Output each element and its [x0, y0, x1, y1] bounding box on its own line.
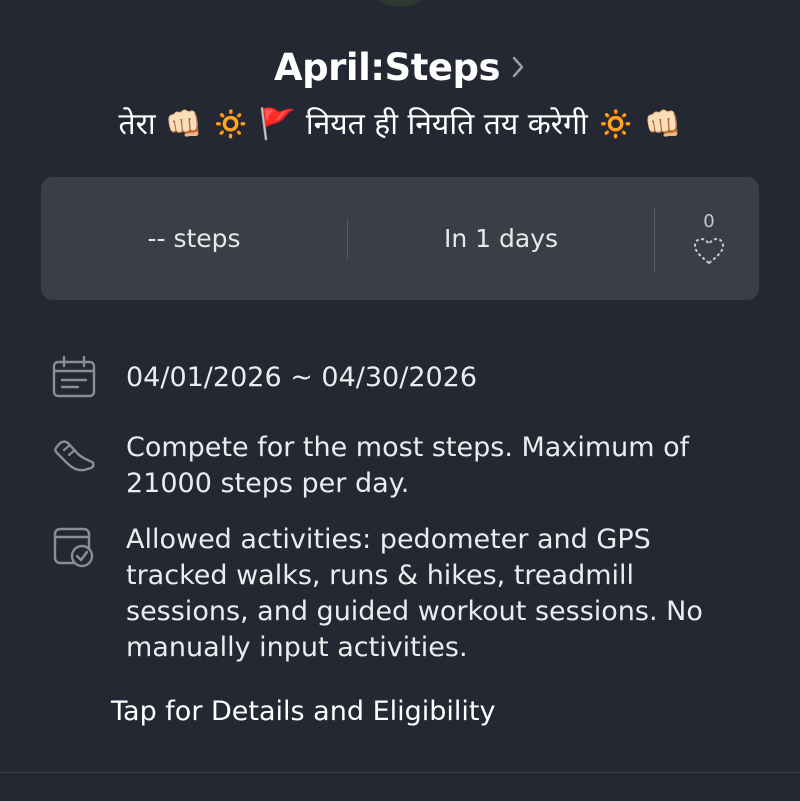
calendar-icon [52, 355, 96, 398]
shoe-icon [54, 440, 95, 472]
date-range-row: 04/01/2026 ~ 04/30/2026 [50, 354, 750, 402]
chevron-right-icon [512, 56, 524, 78]
calendar-check-icon [53, 527, 94, 568]
title-row[interactable]: April:Steps [0, 40, 800, 94]
like-count: 0 [703, 211, 715, 232]
goal-row: Compete for the most steps. Maximum of 2… [50, 430, 750, 502]
days-left-stat: In 1 days [443, 224, 559, 253]
date-range-text: 04/01/2026 ~ 04/30/2026 [126, 362, 478, 393]
heart-outline-icon [694, 238, 724, 264]
section-divider [0, 772, 800, 773]
challenge-avatar [370, 0, 430, 6]
stats-card: -- steps In 1 days 0 [41, 177, 759, 300]
activities-text: Allowed activities: pedometer and GPS tr… [126, 524, 703, 663]
steps-stat: -- steps [147, 224, 241, 253]
like-button[interactable]: 0 [655, 177, 759, 300]
page-title: April:Steps [274, 45, 500, 89]
details-eligibility-link[interactable]: Tap for Details and Eligibility [111, 696, 495, 727]
goal-text: Compete for the most steps. Maximum of 2… [126, 432, 690, 499]
challenge-motto: तेरा 👊🏻 🔅 🚩 नियत ही नियति तय करेगी 🔅 👊🏻 [118, 107, 682, 142]
activities-row: Allowed activities: pedometer and GPS tr… [50, 522, 750, 666]
